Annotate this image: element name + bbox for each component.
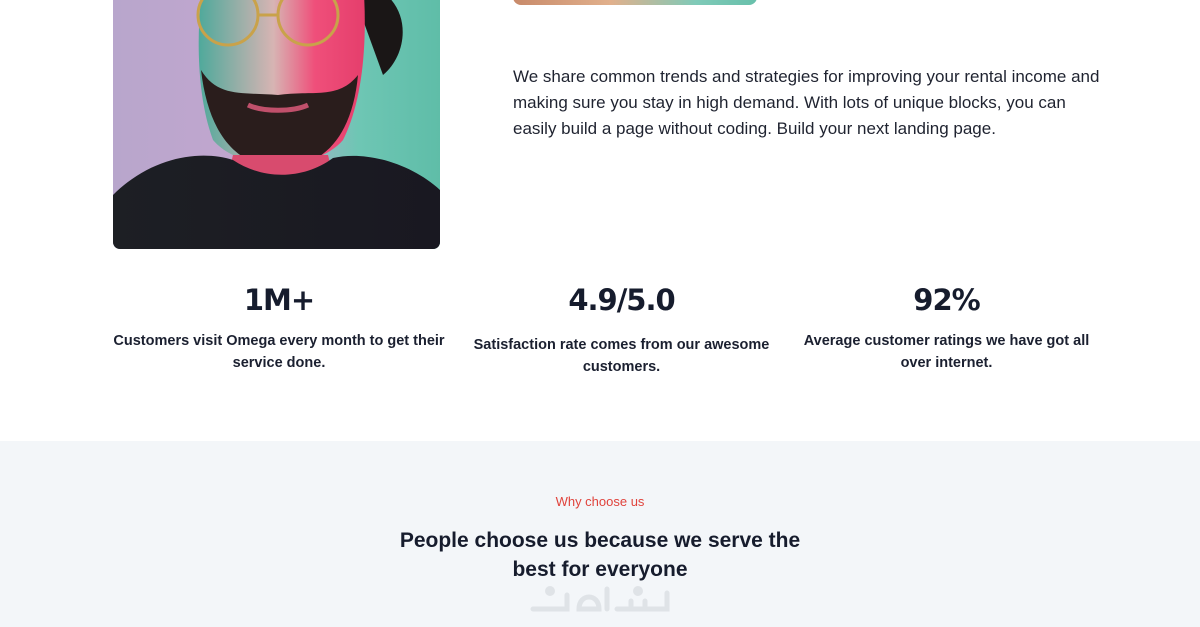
stat-description: Average customer ratings we have got all… — [803, 333, 1090, 371]
stat-value: 4.9/5.0 — [568, 283, 675, 317]
intro-paragraph: We share common trends and strategies fo… — [513, 67, 1100, 138]
stat-ratings: 92% Average customer ratings we have got… — [800, 282, 1093, 374]
stat-description: Customers visit Omega every month to get… — [113, 333, 445, 371]
stat-satisfaction: 4.9/5.0 Satisfaction rate comes from our… — [470, 282, 773, 378]
team-photo-illustration — [113, 0, 440, 249]
secondary-photo — [513, 0, 757, 5]
section-eyebrow: Why choose us — [555, 494, 645, 509]
stat-value: 92% — [913, 283, 980, 317]
why-choose-us-section: Why choose us People choose us because w… — [0, 441, 1200, 627]
stat-description: Satisfaction rate comes from our awesome… — [473, 337, 770, 375]
team-photo — [113, 0, 440, 249]
stat-customers: 1M+ Customers visit Omega every month to… — [112, 282, 446, 374]
watermark-logo — [530, 586, 670, 612]
stat-value: 1M+ — [243, 283, 315, 317]
section-heading: People choose us because we serve the be… — [399, 529, 801, 581]
